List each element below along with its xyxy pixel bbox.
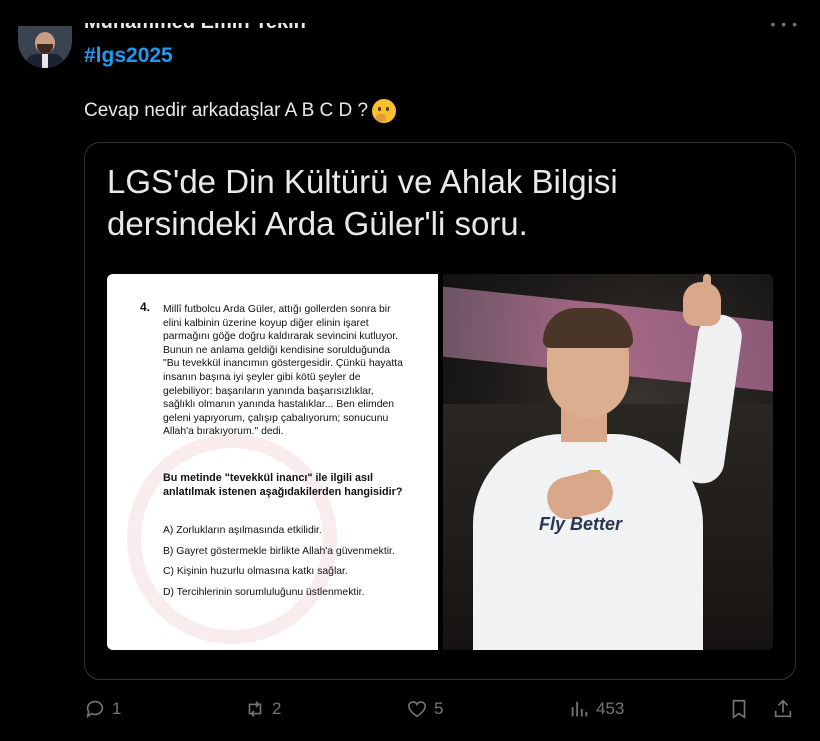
repost-count: 2 <box>272 699 282 718</box>
repost-button[interactable]: 2 <box>244 698 281 720</box>
option-c: C) Kişinin huzurlu olmasına katkı sağlar… <box>163 566 348 578</box>
views-icon <box>571 701 588 717</box>
reply-icon <box>86 700 104 719</box>
bookmark-button[interactable] <box>728 698 750 720</box>
question-options: A) Zorlukların aşılmasında etkilidir. B)… <box>163 524 403 606</box>
bookmark-icon <box>732 699 746 719</box>
views-count: 453 <box>596 699 625 718</box>
avatar[interactable] <box>18 26 72 68</box>
card-image[interactable]: 4. Millî futbolcu Arda Güler, attığı gol… <box>107 274 773 650</box>
thinking-face-icon <box>372 99 397 123</box>
more-options-icon[interactable]: • • • <box>771 16 798 32</box>
media-card[interactable]: LGS'de Din Kültürü ve Ahlak Bilgisi ders… <box>84 142 796 680</box>
like-button[interactable]: 5 <box>406 698 443 720</box>
question-body: Millî futbolcu Arda Güler, attığı goller… <box>163 304 403 438</box>
player-photo: Fly Better <box>443 274 773 650</box>
tweet-text: Cevap nedir arkadaşlar A B C D ? <box>84 99 397 123</box>
views-button[interactable]: 453 <box>568 698 624 720</box>
option-a: A) Zorlukların aşılmasında etkilidir. <box>163 525 322 536</box>
card-headline: LGS'de Din Kültürü ve Ahlak Bilgisi ders… <box>107 163 618 242</box>
share-button[interactable] <box>772 698 794 720</box>
tweet-text-content: Cevap nedir arkadaşlar A B C D ? <box>84 100 369 121</box>
option-d: D) Tercihlerinin sorumluluğunu üstlenmek… <box>163 586 365 598</box>
reply-button[interactable]: 1 <box>84 698 121 720</box>
question-prompt: Bu metinde "tevekkül inancı" ile ilgili … <box>163 472 403 498</box>
option-b: B) Gayret göstermekle birlikte Allah'a g… <box>163 545 395 557</box>
share-icon <box>774 699 792 718</box>
question-number: 4. <box>140 300 151 314</box>
author-name[interactable]: Muhammed Emin Tekin <box>84 23 306 34</box>
hashtag-link[interactable]: #lgs2025 <box>84 44 173 68</box>
exam-question-panel: 4. Millî futbolcu Arda Güler, attığı gol… <box>107 274 438 650</box>
jersey-sponsor-text: Fly Better <box>539 514 623 534</box>
tweet-action-bar: 1 2 5 453 <box>84 698 800 726</box>
heart-icon <box>407 701 427 718</box>
reply-count: 1 <box>112 699 122 718</box>
repost-icon <box>248 701 262 717</box>
like-count: 5 <box>434 699 444 718</box>
